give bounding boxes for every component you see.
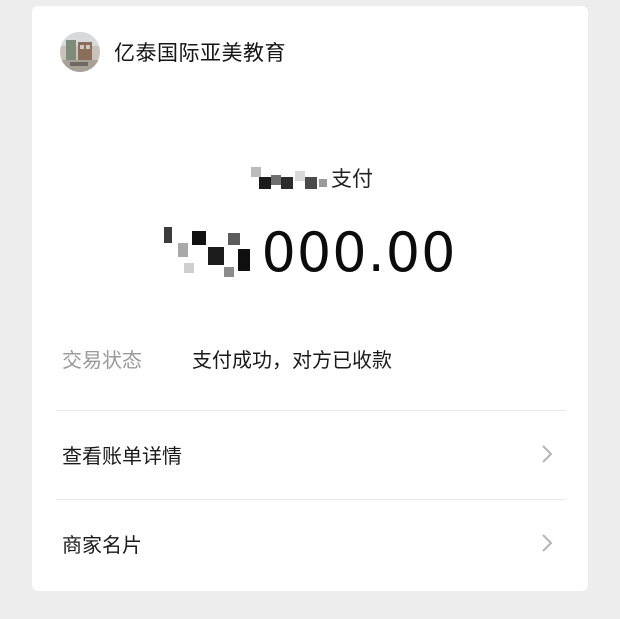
payment-card: 亿泰国际亚美教育 支付 000.00 交易状态 支付成功，对方已收款 查看账单详… [32, 6, 588, 591]
status-value: 支付成功，对方已收款 [192, 347, 392, 372]
merchant-name: 亿泰国际亚美教育 [114, 41, 286, 65]
merchant-header[interactable]: 亿泰国际亚美教育 [60, 30, 286, 74]
redacted-amount-mosaic [163, 223, 262, 281]
amount-value: 000.00 [261, 221, 457, 284]
redacted-mosaic [247, 167, 331, 189]
merchant-card-link[interactable]: 商家名片 [32, 500, 588, 586]
merchant-avatar[interactable] [60, 32, 100, 72]
merchant-card-label: 商家名片 [62, 532, 142, 557]
chevron-right-icon [542, 534, 553, 552]
payment-label-text: 支付 [331, 167, 373, 191]
bill-details-link[interactable]: 查看账单详情 [32, 411, 588, 497]
bill-details-label: 查看账单详情 [62, 443, 182, 468]
transaction-status-row: 交易状态 支付成功，对方已收款 [62, 338, 558, 378]
payment-amount: 000.00 [32, 218, 588, 288]
chevron-right-icon [542, 445, 553, 463]
payment-method-label: 支付 [32, 163, 588, 193]
status-label: 交易状态 [62, 347, 142, 372]
